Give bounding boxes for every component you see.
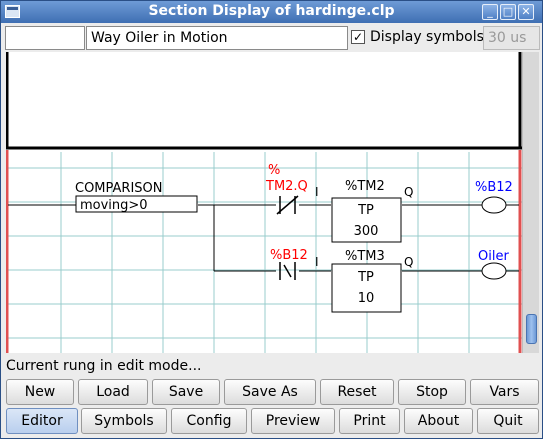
save-button[interactable]: Save <box>152 379 220 405</box>
display-symbols-checkbox[interactable]: ✓ <box>351 30 365 44</box>
rung2-timer-input-label: I <box>315 255 319 269</box>
save-as-button[interactable]: Save As <box>224 379 316 405</box>
rung2-coil-label: Oiler <box>478 249 509 264</box>
preview-button[interactable]: Preview <box>251 408 335 434</box>
rung1-timer-output-label: Q <box>404 185 413 199</box>
rung1-contact-label-line2: TM2.Q <box>265 179 308 194</box>
comparison-expression: moving>0 <box>80 198 148 213</box>
vars-button[interactable]: Vars <box>470 379 539 405</box>
new-button[interactable]: New <box>6 379 74 405</box>
rung1-coil <box>481 196 507 214</box>
scrollbar-thumb[interactable] <box>526 314 537 344</box>
config-button[interactable]: Config <box>171 408 247 434</box>
quit-button[interactable]: Quit <box>477 408 539 434</box>
editor-button[interactable]: Editor <box>6 408 78 434</box>
rung2-timer-type: TP <box>357 270 374 285</box>
title-bar: Section Display of hardinge.clp _ □ ✕ <box>1 1 542 23</box>
comparison-title: COMPARISON <box>75 181 163 196</box>
toolbar: Way Oiler in Motion ✓ Display symbols 30… <box>4 25 542 51</box>
stop-button[interactable]: Stop <box>398 379 466 405</box>
rung2-timer-output-label: Q <box>404 255 413 269</box>
close-icon[interactable]: ✕ <box>518 4 534 20</box>
maximize-icon[interactable]: □ <box>500 4 516 20</box>
vertical-scrollbar[interactable] <box>522 52 539 353</box>
ladder-diagram[interactable]: COMPARISON moving>0 % TM2.Q %TM2 I Q TP … <box>6 52 522 353</box>
rung1-timer-type: TP <box>357 203 374 218</box>
rung1-contact-nc <box>276 195 299 215</box>
rung2-timer-name: %TM3 <box>345 249 385 264</box>
rung2-contact <box>279 262 296 280</box>
rung1-timer-name: %TM2 <box>345 179 385 194</box>
rung2-timer-preset: 10 <box>358 291 375 306</box>
print-button[interactable]: Print <box>339 408 400 434</box>
display-symbols-label: Display symbols <box>370 29 484 45</box>
rung2-contact-label: %B12 <box>270 248 308 263</box>
load-button[interactable]: Load <box>78 379 148 405</box>
symbols-button[interactable]: Symbols <box>81 408 167 434</box>
rung2-coil <box>481 262 507 280</box>
rung1-contact-label-line1: % <box>268 163 280 178</box>
rung1-timer-input-label: I <box>315 185 319 199</box>
minimize-icon[interactable]: _ <box>482 4 498 20</box>
about-button[interactable]: About <box>404 408 473 434</box>
rung1-timer-preset: 300 <box>354 224 379 239</box>
app-window: Section Display of hardinge.clp _ □ ✕ Wa… <box>0 0 543 439</box>
comment-input[interactable]: Way Oiler in Motion <box>86 26 348 50</box>
window-title: Section Display of hardinge.clp <box>148 3 395 19</box>
rung1-coil-label: %B12 <box>475 180 513 195</box>
section-name-input[interactable] <box>5 26 85 50</box>
cycle-time-field: 30 us <box>483 26 540 50</box>
ladder-canvas: COMPARISON moving>0 % TM2.Q %TM2 I Q TP … <box>6 52 522 353</box>
reset-button[interactable]: Reset <box>320 379 394 405</box>
status-text: Current rung in edit mode... <box>6 358 202 374</box>
